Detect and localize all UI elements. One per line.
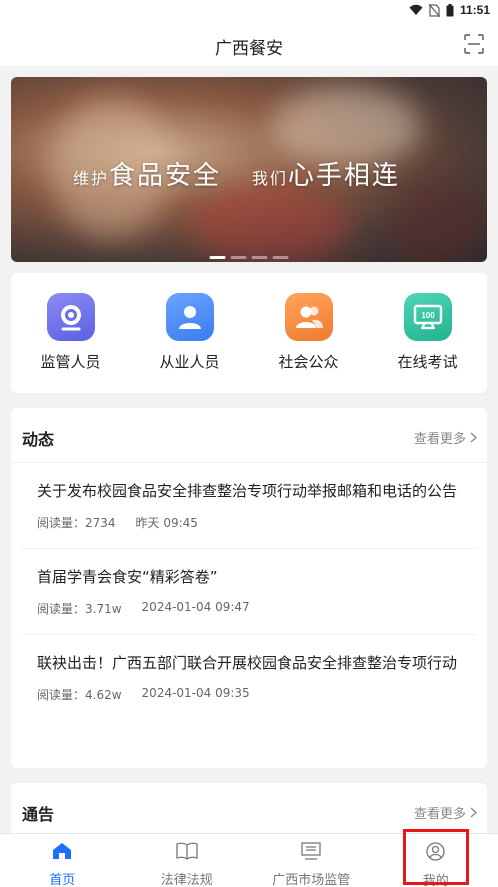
monitor-icon — [301, 842, 321, 864]
tab-label: 法律法规 — [160, 873, 213, 887]
no-sim-icon — [428, 3, 440, 17]
quick-entry-label: 社会公众 — [278, 353, 339, 371]
camera-icon — [46, 293, 95, 341]
chevron-right-icon — [470, 807, 477, 818]
carousel-dot[interactable] — [251, 256, 268, 259]
tab-home[interactable]: 首页 — [0, 834, 125, 887]
chevron-right-icon — [470, 432, 477, 443]
people-icon — [284, 293, 333, 341]
tab-profile[interactable]: 我的 — [374, 834, 498, 887]
tab-label: 首页 — [49, 873, 76, 887]
app-header: 广西餐安 — [0, 22, 498, 66]
news-read-count: 阅读量：3.71w — [37, 602, 122, 616]
home-icon — [52, 842, 72, 864]
news-list: 关于发布校园食品安全排查整治专项行动举报邮箱和电话的公告阅读量：2734 昨天 0… — [11, 463, 487, 720]
news-time: 昨天 09:45 — [135, 516, 198, 530]
notice-more-link[interactable]: 查看更多 — [414, 803, 477, 822]
news-meta: 阅读量：3.71w 2024-01-04 09:47 — [37, 600, 461, 634]
carousel-dot[interactable] — [272, 256, 289, 259]
quick-entry-label: 监管人员 — [40, 353, 101, 371]
status-bar: 11:51 — [0, 0, 498, 22]
scan-icon[interactable] — [464, 34, 484, 54]
status-time: 11:51 — [459, 3, 490, 17]
news-title: 首届学青会食安“精彩答卷” — [37, 568, 218, 586]
quick-entry-item[interactable]: 监管人员 — [16, 293, 126, 393]
news-meta: 阅读量：4.62w 2024-01-04 09:35 — [37, 686, 461, 720]
bottom-tab-bar: 首页 法律法规 广西市场监管 我的 — [0, 833, 498, 887]
book-icon — [176, 842, 198, 864]
banner-photo-blur — [391, 177, 481, 262]
news-title: 联袂出击！广西五部门联合开展校园食品安全排查整治专项行动 — [37, 654, 458, 672]
news-item[interactable]: 关于发布校园食品安全排查整治专项行动举报邮箱和电话的公告阅读量：2734 昨天 0… — [22, 463, 476, 549]
banner-photo-blur — [191, 187, 351, 262]
tab-label: 我的 — [422, 874, 449, 887]
exam-icon: 100 — [403, 293, 452, 341]
news-section-title: 动态 — [22, 430, 55, 449]
news-read-count: 阅读量：2734 — [37, 516, 116, 530]
news-meta: 阅读量：2734 昨天 09:45 — [37, 514, 461, 548]
tab-label: 广西市场监管 — [272, 873, 351, 887]
quick-entry-card: 监管人员 从业人员 社会公众 100 在线考试 — [11, 273, 487, 393]
quick-entry-label: 在线考试 — [397, 353, 458, 371]
news-title: 关于发布校园食品安全排查整治专项行动举报邮箱和电话的公告 — [37, 482, 458, 500]
news-item[interactable]: 首届学青会食安“精彩答卷” 阅读量：3.71w 2024-01-04 09:47 — [22, 549, 476, 635]
quick-entry-item[interactable]: 社会公众 — [254, 293, 364, 393]
notice-section-header: 通告 查看更多 — [11, 783, 487, 838]
svg-text:100: 100 — [421, 311, 435, 320]
quick-entry-item[interactable]: 100 在线考试 — [373, 293, 483, 393]
tab-book[interactable]: 法律法规 — [125, 834, 250, 887]
banner-carousel[interactable]: 维护食品安全 我们心手相连 — [11, 77, 487, 262]
wifi-icon — [409, 4, 423, 15]
notice-section-title: 通告 — [22, 805, 55, 824]
news-read-count: 阅读量：4.62w — [37, 688, 122, 702]
news-section-header: 动态 查看更多 — [11, 408, 487, 463]
banner-slogan: 维护食品安全 我们心手相连 — [73, 161, 400, 191]
page-title: 广西餐安 — [215, 39, 283, 59]
user-icon — [165, 293, 214, 341]
news-time: 2024-01-04 09:35 — [141, 686, 250, 700]
battery-icon — [446, 3, 454, 16]
profile-icon — [426, 842, 445, 865]
carousel-dot[interactable] — [209, 256, 226, 259]
tab-monitor[interactable]: 广西市场监管 — [249, 834, 374, 887]
news-item[interactable]: 联袂出击！广西五部门联合开展校园食品安全排查整治专项行动阅读量：4.62w 202… — [22, 635, 476, 720]
quick-entry-item[interactable]: 从业人员 — [135, 293, 245, 393]
status-icons: 11:51 — [409, 3, 490, 17]
news-time: 2024-01-04 09:47 — [141, 600, 250, 614]
news-more-link[interactable]: 查看更多 — [414, 428, 477, 447]
carousel-indicator — [209, 256, 289, 259]
carousel-dot[interactable] — [230, 256, 247, 259]
quick-entry-label: 从业人员 — [159, 353, 220, 371]
news-card: 动态 查看更多 关于发布校园食品安全排查整治专项行动举报邮箱和电话的公告阅读量：… — [11, 408, 487, 768]
